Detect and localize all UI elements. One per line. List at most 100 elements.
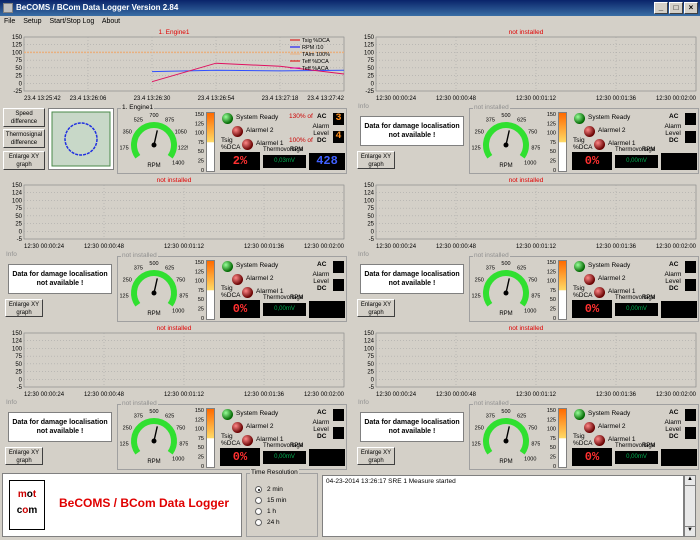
thermosignal-difference-button[interactable]: Thermosignal difference (3, 129, 45, 148)
x-tick-label: 12:30 00:01:12 (516, 244, 557, 250)
time-resolution-label: 2 min (267, 486, 283, 493)
scale-label: 100 (547, 279, 556, 285)
enlarge-xy-button[interactable]: Enlarge XY graph (357, 151, 395, 169)
radio-button[interactable] (255, 508, 262, 515)
chart-svg: 150 125100 75 50 250 -2512:30 00:00:24 12:30 0… (364, 35, 697, 102)
message-log[interactable]: 04-23-2014 13:26:17 SRE 1 Measure starte… (322, 475, 684, 537)
menu-setup[interactable]: Setup (23, 18, 41, 25)
enlarge-xy-button[interactable]: Enlarge XY graph (5, 299, 43, 317)
enlarge-xy-button[interactable]: Enlarge XY graph (357, 299, 395, 317)
level-scale: 150 125 100 75 50 25 0 (547, 112, 556, 174)
level-bar (206, 260, 215, 320)
enlarge-xy-button[interactable]: Enlarge XY graph (357, 447, 395, 465)
plot-frame (23, 36, 345, 92)
x-tick-label: 12:30 00:00:24 (376, 96, 417, 102)
y-tick-label: -5 (17, 237, 23, 243)
time-resolution-option[interactable]: 24 h (255, 519, 280, 526)
y-tick-label: 150 (364, 331, 375, 337)
gauge-tick-label: 250 (475, 129, 484, 135)
y-tick-label: 100 (12, 50, 23, 56)
scale-label: 100 (195, 131, 204, 137)
x-tick-label: 12:30 00:02:00 (304, 244, 345, 250)
x-tick-label: 12:30 00:02:00 (656, 392, 697, 398)
gauge-tick-label: 125 (120, 293, 129, 299)
y-tick-label: 124 (12, 339, 23, 345)
ac-percent: 130% of (289, 113, 313, 120)
radio-button[interactable] (255, 486, 262, 493)
x-tick-label: 12:30 00:00:24 (376, 244, 417, 250)
chart-svg: 150 124100 75 50 250 -512:30 00:00:24 12:30 00… (364, 183, 697, 250)
gauge-box: not installed 125 250 375 500 625 750 875 1000 RP… (469, 400, 699, 470)
dc-label: DC (669, 433, 679, 440)
y-tick-label: 150 (364, 35, 375, 41)
xy-graph-area (51, 111, 111, 167)
tsig-display: 0% (572, 152, 612, 170)
scale-label: 100 (195, 279, 204, 285)
title-bar: BeCOMS / BCom Data Logger Version 2.84 _… (0, 0, 700, 16)
alarm2-led (584, 274, 595, 285)
enlarge-xy-button[interactable]: Enlarge XY graph (5, 447, 43, 465)
scale-label: 75 (198, 436, 204, 442)
damage-message: Data for damage localisation not availab… (360, 412, 464, 442)
alarm2-label: Alarmel 2 (246, 275, 274, 282)
gauge-arc (483, 122, 529, 159)
x-tick-label: 23.4 13:26:54 (198, 96, 235, 102)
window-title: BeCOMS / BCom Data Logger Version 2.84 (16, 3, 179, 12)
x-tick-label: 12:30 00:01:12 (516, 392, 557, 398)
gauge-tick-label: 625 (165, 265, 174, 271)
scale-label: 125 (547, 417, 556, 423)
alarm2-led (584, 422, 595, 433)
speed-difference-button[interactable]: Speed difference (3, 108, 45, 127)
gauge-title: not installed (473, 252, 510, 259)
y-tick-label: -5 (17, 385, 23, 391)
dc-label: DC (317, 285, 327, 292)
legend-label: Tsig %DCA (302, 38, 330, 44)
time-resolution-title: Time Resolution (250, 469, 299, 476)
alarm1-label: Alarmel 1 (608, 140, 636, 147)
close-button[interactable]: × (684, 2, 698, 14)
minimize-button[interactable]: _ (654, 2, 668, 14)
gauge-tick-label: 625 (165, 413, 174, 419)
menu-start-stop-log[interactable]: Start/Stop Log (49, 18, 94, 25)
radio-button[interactable] (255, 497, 262, 504)
info-box: Info Data for damage localisation not ava… (354, 251, 464, 322)
gauge-tick-label: 250 (475, 277, 484, 283)
level-bar (206, 112, 215, 172)
gauge-tick-label: 875 (531, 145, 540, 151)
alarm-level-label: Alarm Level (312, 123, 330, 137)
level-scale: 150 125 100 75 50 25 0 (547, 260, 556, 322)
level-bar (558, 112, 567, 172)
enlarge-xy-button[interactable]: Enlarge XY graph (3, 151, 45, 170)
trend-chart: not installed 150 124 100 75 50 25 0 -5 12:30 00:… (0, 324, 348, 399)
gauge-unit-label: RPM (147, 459, 160, 465)
level-bar (558, 408, 567, 468)
time-resolution-option[interactable]: 2 min (255, 486, 283, 493)
time-resolution-group: Time Resolution 2 min 15 min 1 h 24 h (246, 469, 318, 537)
gauge-tick-label: 500 (501, 261, 510, 267)
radio-button[interactable] (255, 519, 262, 526)
gauge-tick-label: 750 (176, 425, 185, 431)
y-tick-label: 75 (15, 206, 22, 212)
message-log-scrollbar[interactable]: ▲ ▼ (684, 475, 696, 537)
dc-level-display (685, 279, 696, 291)
y-tick-label: 50 (15, 362, 22, 368)
time-resolution-option[interactable]: 1 h (255, 508, 276, 515)
thermovoltage-display: 0,03mV (263, 155, 306, 168)
gauge-unit-label: RPM (147, 163, 160, 169)
y-tick-label: 0 (19, 81, 23, 87)
scale-label: 150 (547, 260, 556, 266)
menu-about[interactable]: About (102, 18, 120, 25)
gauge-hub (151, 290, 157, 296)
y-tick-label: 50 (15, 214, 22, 220)
maximize-button[interactable]: □ (669, 2, 683, 14)
gauge-tick-label: 375 (486, 117, 495, 123)
time-resolution-option[interactable]: 15 min (255, 497, 287, 504)
menu-file[interactable]: File (4, 18, 15, 25)
gauge-tick-label: 500 (501, 409, 510, 415)
trend-chart: not installed 150 124 100 75 50 25 0 -5 12:30 00:… (0, 176, 348, 251)
ac-level-display (333, 409, 344, 421)
y-tick-label: 25 (15, 370, 22, 376)
gauge-tick-label: 875 (179, 293, 188, 299)
scale-label: 25 (198, 455, 204, 461)
y-tick-label: 100 (12, 198, 23, 204)
